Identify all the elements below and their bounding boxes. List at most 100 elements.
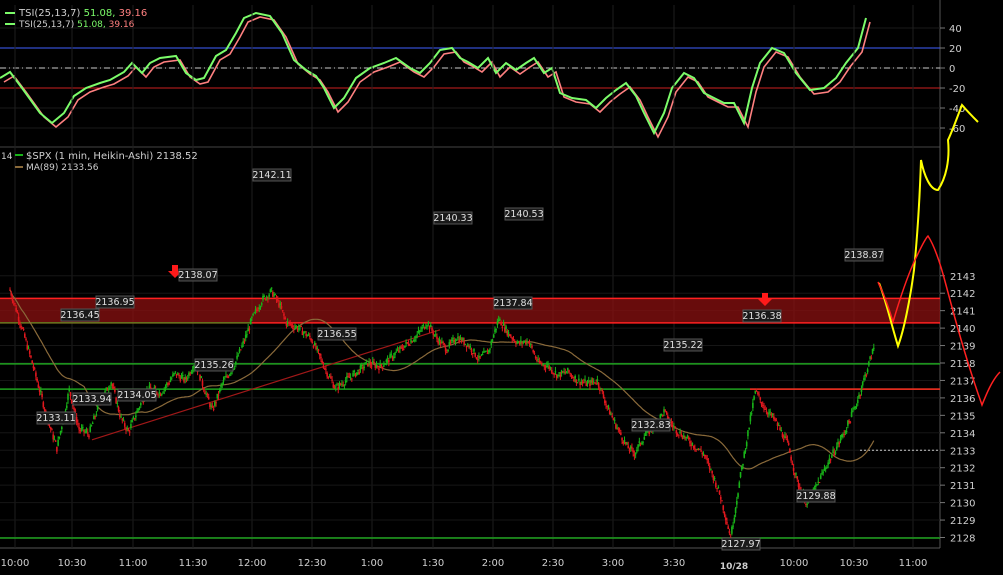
candle-up [554,371,557,373]
candle-down [25,338,27,340]
candle-down [21,327,24,329]
candle-down [583,382,585,384]
candle-down [627,445,630,449]
candle-up [328,376,331,378]
candle-up [643,437,646,440]
candle-up [130,424,132,428]
candle-up [749,415,752,422]
candle-up [737,493,739,498]
candle-down [838,442,841,444]
candle-down [337,386,340,390]
candle-down [870,357,873,359]
candle-down [206,393,209,395]
candle-down [123,423,126,427]
candle-down [534,356,537,359]
candle-up [313,342,316,346]
candle-down [325,369,327,371]
candle-up [386,357,389,359]
candle-down [513,340,516,343]
candle-down [531,345,533,348]
candle-up [780,430,783,432]
panel-corner-label: 14 [1,152,13,162]
candle-down [759,397,762,400]
candle-down [721,500,723,502]
price-label: 2133.11 [36,413,75,424]
candle-down [400,346,402,348]
candle-down [680,433,683,437]
candle-up [163,388,166,391]
candle-down [449,342,452,344]
candle-up [136,410,138,413]
candle-up [67,394,69,400]
candle-down [622,441,625,444]
candle-up [600,388,602,390]
candle-down [69,392,72,397]
candle-down [559,374,562,378]
candle-down [370,365,373,367]
candle-up [868,361,870,366]
candle-down [243,341,246,343]
candle-down [9,289,11,291]
candle-up [181,375,184,377]
candle-up [355,372,358,375]
price-label: 2138.07 [178,270,217,281]
candle-down [312,345,315,348]
candle-down [544,367,547,369]
candle-down [432,332,435,335]
candle-up [855,405,858,407]
candle-up [467,344,469,346]
candle-up [137,408,140,410]
candle-down [202,388,205,391]
candle-up [352,373,354,377]
candle-up [429,325,432,328]
candle-down [11,298,14,301]
candle-down [597,382,600,387]
candle-up [584,379,586,382]
candle-up [679,431,681,434]
candle-up [834,452,837,454]
candle-down [212,408,215,411]
candle-down [628,449,631,451]
candle-up [233,367,236,369]
price-y-tick-label: 2133 [950,446,975,457]
candle-down [215,402,217,404]
price-label: 2136.38 [742,311,781,322]
candle-down [300,326,303,328]
candle-up [164,386,167,388]
candle-up [566,367,569,371]
candle-down [381,366,384,368]
candle-down [288,322,290,324]
x-tick-label: 12:30 [298,558,327,569]
candle-up [85,430,88,432]
candle-up [307,334,310,336]
tsi-y-tick-label: 0 [949,64,955,75]
candle-down [608,410,611,415]
candle-down [787,442,790,446]
candle-down [157,394,159,396]
candle-up [162,392,164,394]
candle-down [470,349,473,353]
candle-down [86,432,89,434]
candle-down [311,341,314,344]
candle-up [57,439,59,446]
candle-down [511,337,514,340]
x-tick-label: 3:30 [663,558,685,569]
candle-down [275,296,278,300]
candle-down [796,476,799,480]
candle-up [59,430,62,434]
candle-down [785,436,787,438]
candle-up [413,339,416,341]
x-tick-label: 10:00 [780,558,809,569]
candle-down [369,363,372,365]
candle-down [42,402,45,408]
candle-up [251,317,253,319]
candle-up [866,369,869,373]
candle-up [743,451,746,458]
price-y-tick-label: 2138 [950,359,975,370]
candle-up [385,359,388,362]
price-label: 2135.26 [194,360,233,371]
candle-up [464,343,467,345]
candle-up [795,473,797,475]
candle-up [710,468,712,470]
candle-down [723,512,726,515]
